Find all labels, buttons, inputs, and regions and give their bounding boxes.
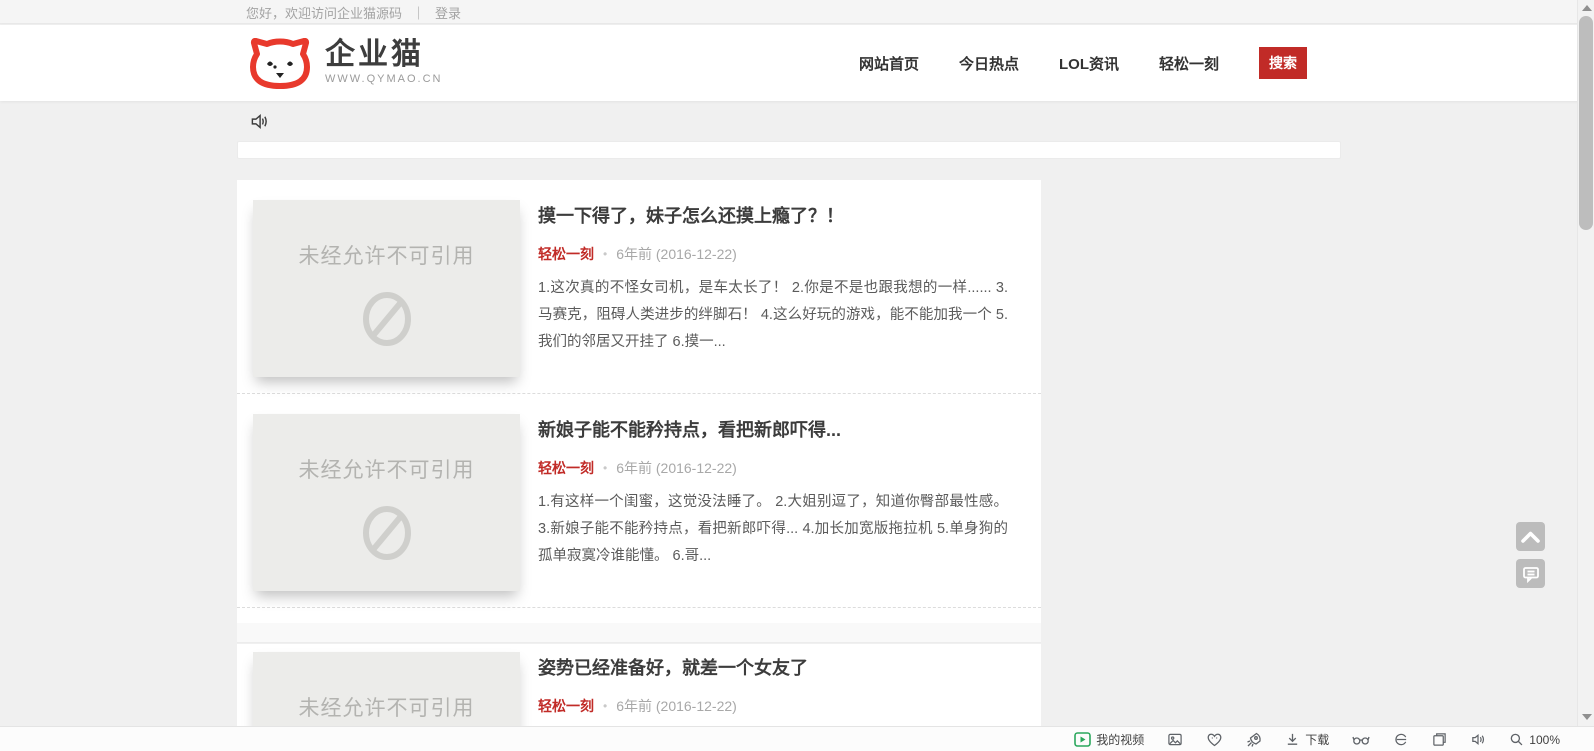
vertical-scrollbar[interactable] (1577, 0, 1594, 726)
article-category[interactable]: 轻松一刻 (538, 244, 594, 264)
image-icon (1167, 732, 1183, 747)
main-nav: 网站首页 今日热点 LOL资讯 轻松一刻 搜索 (859, 25, 1307, 101)
article-item[interactable]: 未经允许不可引用 摸一下得了，妹子怎么还摸上瘾了？！ 轻松一刻 • 6年前 (2… (237, 180, 1041, 394)
site-header: 企业猫 WWW.QYMAO.CN 网站首页 今日热点 LOL资讯 轻松一刻 搜索 (0, 25, 1594, 101)
boost-button[interactable] (1246, 732, 1262, 748)
search-button[interactable]: 搜索 (1259, 47, 1307, 79)
screenshot-button[interactable] (1167, 732, 1183, 747)
meta-dot: • (603, 247, 607, 261)
article-date: 6年前 (2016-12-22) (616, 458, 737, 478)
zoom-level-value: 100% (1529, 733, 1560, 747)
multi-window-button[interactable] (1432, 732, 1447, 747)
article-excerpt: 1.这次真的不怪女司机，是车太长了！ 2.你是不是也跟我想的一样...... 3… (538, 275, 1008, 356)
e-swirl-icon (1393, 732, 1409, 747)
meta-dot: • (603, 699, 607, 713)
glasses-icon (1352, 733, 1370, 746)
page-zoom-button[interactable]: 100% (1509, 732, 1560, 747)
article-title[interactable]: 姿势已经准备好，就差一个女友了 (538, 656, 1008, 680)
nav-item-lol[interactable]: LOL资讯 (1059, 53, 1119, 74)
favorites-button[interactable] (1206, 732, 1223, 747)
my-video-label: 我的视频 (1096, 731, 1144, 748)
article-thumbnail[interactable]: 未经允许不可引用 (253, 414, 520, 591)
my-video-button[interactable]: 我的视频 (1074, 731, 1144, 748)
site-title: 企业猫 (325, 38, 443, 72)
article-category[interactable]: 轻松一刻 (538, 458, 594, 478)
login-link[interactable]: 登录 (435, 3, 461, 22)
announcement-speaker-icon (250, 112, 269, 131)
chevron-up-icon (1520, 530, 1541, 544)
article-title[interactable]: 新娘子能不能矜持点，看把新郎吓得... (538, 418, 1008, 442)
site-url: WWW.QYMAO.CN (325, 73, 443, 85)
no-entry-icon (356, 502, 418, 564)
nav-item-hot[interactable]: 今日热点 (959, 53, 1019, 74)
scrollbar-up-arrow[interactable] (1582, 5, 1592, 11)
mute-button[interactable] (1470, 732, 1486, 747)
thumbnail-placeholder-text: 未经允许不可引用 (299, 692, 475, 722)
nav-item-relax[interactable]: 轻松一刻 (1159, 53, 1219, 74)
cat-logo-icon (249, 38, 311, 90)
compatibility-mode-button[interactable] (1393, 732, 1409, 747)
article-excerpt: 1.有这样一个闺蜜，这觉没法睡了。 2.大姐别逗了，知道你臀部最性感。 3.新娘… (538, 489, 1008, 570)
article-thumbnail[interactable]: 未经允许不可引用 (253, 200, 520, 377)
article-category[interactable]: 轻松一刻 (538, 696, 594, 716)
announcement-marquee (237, 141, 1341, 159)
article-list: 未经允许不可引用 摸一下得了，妹子怎么还摸上瘾了？！ 轻松一刻 • 6年前 (2… (237, 180, 1041, 623)
download-icon (1285, 732, 1300, 747)
nav-item-home[interactable]: 网站首页 (859, 53, 919, 74)
topbar-separator: ｜ (412, 3, 425, 22)
play-video-icon (1074, 732, 1091, 747)
browser-bottom-toolbar: 我的视频 (0, 726, 1594, 751)
list-separator-band (237, 623, 1041, 643)
scrollbar-down-arrow[interactable] (1582, 714, 1592, 720)
download-label: 下载 (1305, 731, 1329, 748)
thumbnail-placeholder-text: 未经允许不可引用 (299, 454, 475, 484)
magnifier-icon (1509, 732, 1524, 747)
speaker-icon (1470, 732, 1486, 747)
article-date: 6年前 (2016-12-22) (616, 244, 737, 264)
back-to-top-button[interactable] (1516, 522, 1545, 551)
comment-icon (1522, 565, 1540, 583)
topbar-greeting: 您好，欢迎访问企业猫源码 (246, 3, 402, 22)
article-date: 6年前 (2016-12-22) (616, 696, 737, 716)
heart-icon (1206, 732, 1223, 747)
comments-button[interactable] (1516, 559, 1545, 588)
no-entry-icon (356, 288, 418, 350)
topbar: 您好，欢迎访问企业猫源码 ｜ 登录 (0, 0, 1594, 24)
article-item[interactable]: 未经允许不可引用 新娘子能不能矜持点，看把新郎吓得... 轻松一刻 • 6年前 … (237, 394, 1041, 608)
thumbnail-placeholder-text: 未经允许不可引用 (299, 240, 475, 270)
site-logo[interactable]: 企业猫 WWW.QYMAO.CN (249, 38, 443, 90)
rocket-icon (1246, 732, 1262, 748)
window-icon (1432, 732, 1447, 747)
article-title[interactable]: 摸一下得了，妹子怎么还摸上瘾了？！ (538, 204, 1008, 228)
eye-protection-button[interactable] (1352, 733, 1370, 746)
meta-dot: • (603, 461, 607, 475)
scrollbar-thumb[interactable] (1579, 16, 1593, 230)
page: 您好，欢迎访问企业猫源码 ｜ 登录 企业猫 WWW.Q (0, 0, 1594, 751)
download-button[interactable]: 下载 (1285, 731, 1329, 748)
